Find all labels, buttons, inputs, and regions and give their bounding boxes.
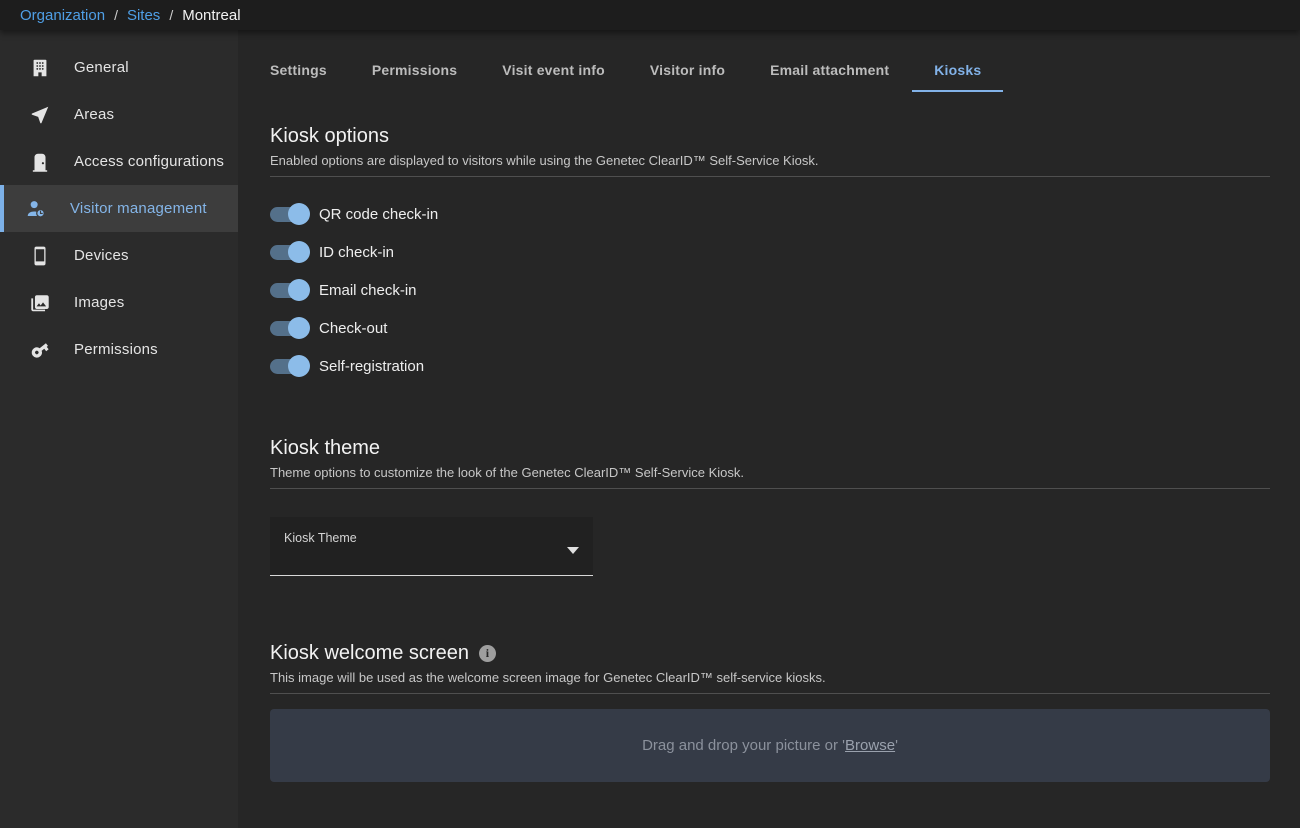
toggle-email-check-in[interactable] [270,283,308,298]
breadcrumb-current-site: Montreal [182,7,240,24]
dropzone-text: ' [895,737,898,754]
toggle-knob [288,241,310,263]
toggle-knob [288,279,310,301]
kiosk-welcome-section: Kiosk welcome screen i This image will b… [270,642,1270,782]
tab-bar: Settings Permissions Visit event info Vi… [248,54,1270,92]
kiosk-options-subtitle: Enabled options are displayed to visitor… [270,153,1270,168]
toggle-label: ID check-in [319,244,394,261]
toggle-knob [288,203,310,225]
kiosk-welcome-subtitle: This image will be used as the welcome s… [270,670,1270,685]
divider [270,488,1270,489]
toggle-id-check-in[interactable] [270,245,308,260]
kiosk-options-toggle-list: QR code check-in ID check-in Email check… [270,195,1270,385]
building-icon [28,56,52,80]
breadcrumb-separator: / [114,7,118,23]
key-icon [28,338,52,362]
toggle-row: Email check-in [270,271,1270,309]
kiosk-theme-title: Kiosk theme [270,437,1270,460]
smartphone-icon [28,244,52,268]
info-icon[interactable]: i [479,645,496,662]
sidebar-item-label: Devices [74,247,129,264]
toggle-label: QR code check-in [319,206,438,223]
sidebar-item-general[interactable]: General [0,44,238,91]
kiosk-welcome-title: Kiosk welcome screen [270,642,469,665]
toggle-label: Email check-in [319,282,417,299]
tab-email-attachment[interactable]: Email attachment [748,54,911,92]
toggle-label: Check-out [319,320,387,337]
photo-library-icon [28,291,52,315]
tab-kiosks[interactable]: Kiosks [912,54,1003,92]
toggle-check-out[interactable] [270,321,308,336]
sidebar-item-visitor-management[interactable]: Visitor management [0,185,238,232]
tab-settings[interactable]: Settings [248,54,349,92]
sidebar: General Areas Access configurations Visi… [0,30,238,828]
toggle-knob [288,317,310,339]
navigation-arrow-icon [28,103,52,127]
divider [270,176,1270,177]
dropzone-text: Drag and drop your picture or ' [642,737,845,754]
toggle-row: QR code check-in [270,195,1270,233]
chevron-down-icon [567,547,579,554]
toggle-label: Self-registration [319,358,424,375]
sidebar-item-access-configurations[interactable]: Access configurations [0,138,238,185]
kiosk-theme-subtitle: Theme options to customize the look of t… [270,465,1270,480]
welcome-image-dropzone[interactable]: Drag and drop your picture or 'Browse' [270,709,1270,782]
tab-permissions[interactable]: Permissions [350,54,479,92]
kiosk-theme-select-label: Kiosk Theme [284,531,357,545]
tab-visit-event-info[interactable]: Visit event info [480,54,627,92]
toggle-row: Check-out [270,309,1270,347]
sidebar-item-areas[interactable]: Areas [0,91,238,138]
kiosk-theme-select[interactable]: Kiosk Theme [270,517,593,576]
sidebar-item-label: Visitor management [70,200,207,217]
divider [270,693,1270,694]
sidebar-item-label: Areas [74,106,114,123]
toggle-row: Self-registration [270,347,1270,385]
breadcrumb-separator: / [169,7,173,23]
breadcrumb-sites[interactable]: Sites [127,7,160,24]
sidebar-item-permissions[interactable]: Permissions [0,326,238,373]
toggle-qr-code-check-in[interactable] [270,207,308,222]
kiosk-theme-section: Kiosk theme Theme options to customize t… [270,437,1270,576]
toggle-row: ID check-in [270,233,1270,271]
kiosk-options-section: Kiosk options Enabled options are displa… [270,125,1270,385]
main-content: Settings Permissions Visit event info Vi… [238,30,1300,828]
door-icon [28,150,52,174]
browse-link[interactable]: Browse [845,737,895,754]
sidebar-item-label: Permissions [74,341,158,358]
toggle-self-registration[interactable] [270,359,308,374]
kiosk-options-title: Kiosk options [270,125,1270,148]
sidebar-item-images[interactable]: Images [0,279,238,326]
tab-visitor-info[interactable]: Visitor info [628,54,747,92]
breadcrumb-organization[interactable]: Organization [20,7,105,24]
sidebar-item-devices[interactable]: Devices [0,232,238,279]
toggle-knob [288,355,310,377]
sidebar-item-label: Images [74,294,124,311]
kiosk-welcome-title-row: Kiosk welcome screen i [270,642,1270,665]
breadcrumb: Organization / Sites / Montreal [0,0,1300,30]
visitor-clock-icon [24,197,48,221]
sidebar-item-label: General [74,59,129,76]
sidebar-item-label: Access configurations [74,153,224,170]
